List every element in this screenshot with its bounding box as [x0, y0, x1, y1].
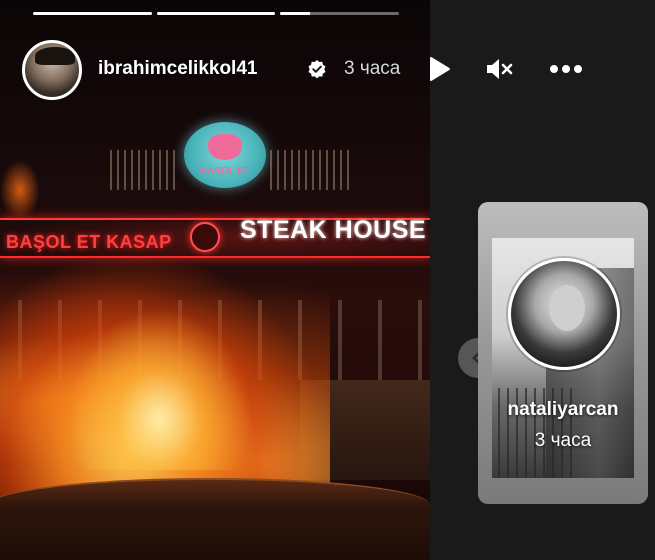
- bull-logo-icon: [208, 134, 242, 160]
- next-story-username[interactable]: nataliyarcan: [478, 399, 648, 421]
- next-story-avatar[interactable]: [508, 258, 620, 370]
- string-lights: [270, 150, 350, 190]
- sign-emblem-icon: [190, 222, 220, 252]
- story-progress-1: [33, 12, 152, 15]
- next-story-time: 3 часа: [534, 430, 592, 451]
- story-progress-3: [280, 12, 399, 15]
- string-lights: [110, 150, 180, 190]
- fire-sparks: [0, 160, 40, 220]
- bonfire-core: [60, 300, 260, 470]
- logo-text: BAŞOL ET: [199, 166, 251, 177]
- verified-badge-icon: [308, 60, 326, 79]
- neon-sign-right: STEAK HOUSE: [240, 216, 427, 244]
- avatar[interactable]: [22, 40, 82, 100]
- restaurant-logo: BAŞOL ET: [184, 122, 266, 188]
- play-icon[interactable]: [424, 54, 454, 84]
- more-icon[interactable]: [546, 54, 586, 84]
- story-time: 3 часа: [344, 58, 401, 79]
- mute-icon[interactable]: [484, 54, 514, 84]
- story-username[interactable]: ibrahimcelikkol41: [98, 58, 257, 80]
- story-viewer: BAŞOL ET BAŞOL ET KASAP STEAK HOUSE ibra…: [0, 0, 655, 560]
- fire-pit: [0, 478, 430, 560]
- story-progress-2: [157, 12, 275, 15]
